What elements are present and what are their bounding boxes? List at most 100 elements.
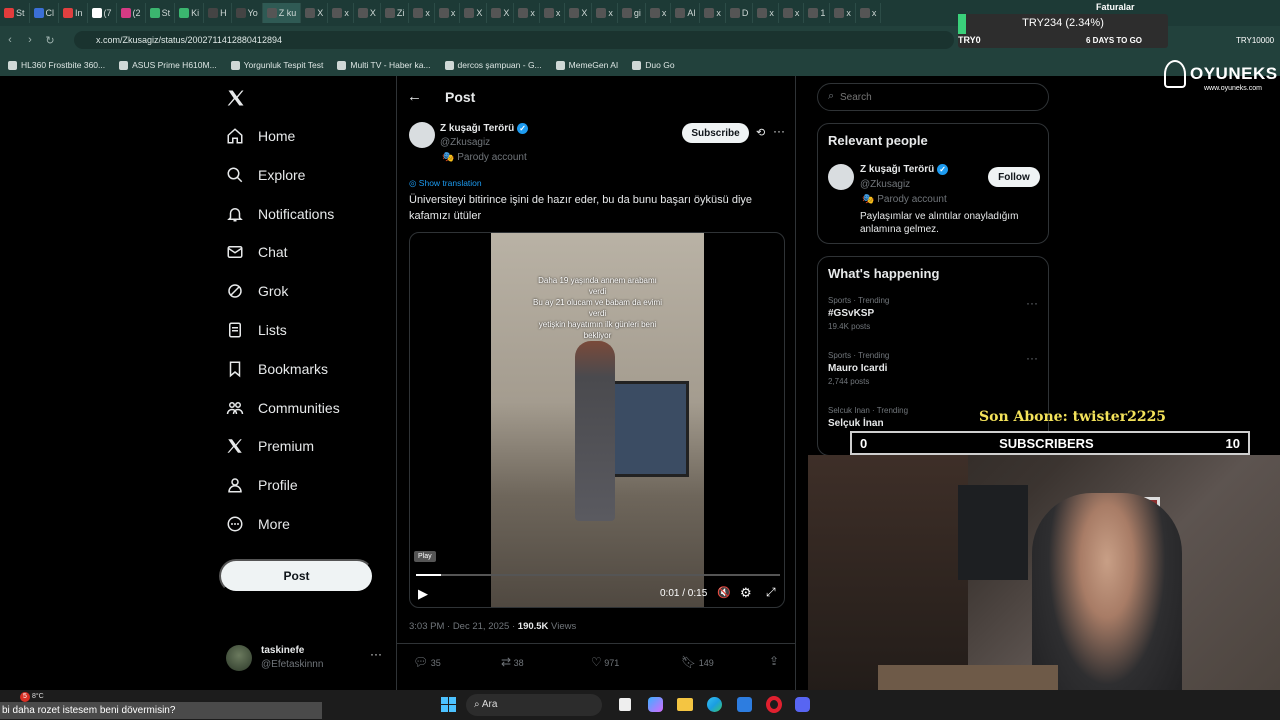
play-icon[interactable]: ▶ — [418, 586, 428, 602]
sidebar-item-explore[interactable]: Explore — [226, 166, 305, 184]
task-view-icon[interactable] — [619, 698, 631, 711]
browser-tab[interactable]: (2 — [117, 3, 146, 23]
sidebar-item-chat[interactable]: Chat — [226, 243, 288, 261]
browser-tab[interactable]: Ki — [175, 3, 205, 23]
browser-tab[interactable]: x — [540, 3, 566, 23]
author-handle[interactable]: @Zkusagiz — [440, 137, 490, 148]
post-timestamp[interactable]: 3:03 PM · Dec 21, 2025 · — [409, 621, 518, 632]
account-switcher[interactable]: taskinefe @Efetaskinnn ··· — [226, 643, 386, 675]
weather-widget[interactable]: 5 8°C — [20, 692, 44, 702]
browser-tab[interactable]: X — [301, 3, 329, 23]
share-icon[interactable]: ⇪ — [769, 654, 779, 668]
browser-tab[interactable]: St — [146, 3, 176, 23]
bookmark-item[interactable]: Yorgunluk Tespit Test — [230, 60, 323, 70]
search-box[interactable]: ⌕ — [817, 83, 1049, 111]
browser-tab[interactable]: X — [487, 3, 515, 23]
browser-tab[interactable]: D — [726, 3, 754, 23]
repost-button[interactable]: ⇄ 38 — [501, 655, 524, 669]
url-field[interactable]: x.com/Zkusagiz/status/200271141288041289… — [74, 31, 954, 49]
trend-item[interactable]: Sports · Trending Mauro Icardi 2,744 pos… — [828, 351, 889, 386]
x-logo-icon[interactable] — [226, 88, 246, 108]
browser-tab[interactable]: Z ku — [262, 3, 302, 23]
relevant-avatar[interactable] — [828, 164, 854, 190]
browser-tab[interactable]: X — [354, 3, 381, 23]
bookmark-item[interactable]: Duo Go — [632, 60, 675, 70]
file-explorer-icon[interactable] — [677, 698, 693, 711]
browser-tab[interactable]: Yo — [232, 3, 263, 23]
store-icon[interactable] — [737, 697, 752, 712]
sidebar-item-bookmarks[interactable]: Bookmarks — [226, 360, 328, 378]
browser-tab[interactable]: x — [592, 3, 618, 23]
reload-icon[interactable]: ↻ — [40, 34, 60, 47]
sidebar-item-notifications[interactable]: Notifications — [226, 205, 334, 223]
trend-more-icon[interactable]: ··· — [1026, 296, 1038, 310]
browser-tab[interactable]: (7 — [88, 3, 117, 23]
search-input[interactable] — [840, 89, 1040, 105]
trend-more-icon[interactable]: ··· — [1026, 351, 1038, 365]
grok-icon[interactable]: ⟲ — [756, 126, 765, 139]
browser-tab[interactable]: St — [0, 3, 30, 23]
copilot-icon[interactable] — [648, 697, 663, 712]
browser-tab[interactable]: x — [514, 3, 540, 23]
browser-tab[interactable]: x — [409, 3, 435, 23]
post-button[interactable]: Post — [219, 559, 374, 593]
discord-icon[interactable] — [795, 697, 810, 712]
browser-tab[interactable]: x — [646, 3, 672, 23]
browser-tab[interactable]: Zi — [381, 3, 410, 23]
mute-icon[interactable]: 🔇 — [717, 586, 731, 599]
bookmark-item[interactable]: HL360 Frostbite 360... — [8, 60, 105, 70]
post-more-icon[interactable]: ··· — [773, 124, 785, 138]
trend-item[interactable]: Sports · Trending #GSvKSP 19.4K posts — [828, 296, 889, 331]
back-icon[interactable]: ‹ — [0, 34, 20, 46]
browser-tab[interactable]: x — [830, 3, 856, 23]
browser-tab[interactable]: x — [700, 3, 726, 23]
sidebar-item-grok[interactable]: Grok — [226, 282, 288, 300]
bookmark-item[interactable]: ASUS Prime H610M... — [119, 60, 217, 70]
trend-item[interactable]: Selcuk Inan · Trending Selçuk İnan — [828, 406, 908, 429]
browser-tab[interactable]: 1 — [804, 3, 831, 23]
sidebar-item-lists[interactable]: Lists — [226, 321, 287, 339]
browser-tab[interactable]: x — [328, 3, 354, 23]
video-progress-track[interactable] — [416, 574, 780, 576]
sidebar-item-profile[interactable]: Profile — [226, 476, 298, 494]
sidebar-item-premium[interactable]: Premium — [226, 437, 314, 455]
browser-tab[interactable]: In — [59, 3, 88, 23]
browser-tab[interactable]: x — [435, 3, 461, 23]
bookmark-button[interactable]: 🔖︎ 149 — [681, 655, 714, 669]
account-more-icon[interactable]: ··· — [370, 647, 382, 661]
browser-tab[interactable]: gi — [618, 3, 646, 23]
browser-tab[interactable]: Al — [671, 3, 701, 23]
video-player[interactable]: Daha 19 yaşında annem arabamı verdi Bu a… — [409, 232, 785, 608]
relevant-name-row[interactable]: Z kuşağı Terörü ✓ — [860, 164, 949, 175]
browser-tab[interactable]: X — [460, 3, 488, 23]
browser-tab[interactable]: Cl — [30, 3, 60, 23]
subscribe-button[interactable]: Subscribe — [682, 123, 749, 143]
author-name-row[interactable]: Z kuşağı Terörü ✓ — [440, 123, 529, 134]
show-translation-link[interactable]: ◎ Show translation — [409, 178, 482, 189]
follow-button[interactable]: Follow — [988, 167, 1040, 187]
browser-tab[interactable]: x — [753, 3, 779, 23]
taskbar-search[interactable]: ⌕ Ara — [466, 694, 602, 716]
sidebar-item-label: Home — [258, 128, 296, 144]
windows-start-icon[interactable] — [441, 697, 456, 712]
browser-tab[interactable]: x — [779, 3, 805, 23]
opera-icon[interactable] — [766, 696, 782, 713]
forward-icon[interactable]: › — [20, 34, 40, 46]
bookmark-item[interactable]: MemeGen AI — [555, 60, 618, 70]
browser-tab[interactable]: x — [856, 3, 882, 23]
browser-tab[interactable]: H — [204, 3, 232, 23]
sidebar-item-more[interactable]: More — [226, 515, 290, 533]
like-button[interactable]: ♡ 971 — [591, 655, 619, 669]
bookmark-item[interactable]: Multi TV - Haber ka... — [337, 60, 431, 70]
sidebar-item-home[interactable]: Home — [226, 127, 295, 145]
back-arrow-icon[interactable]: ← — [407, 88, 422, 105]
browser-tab[interactable]: X — [565, 3, 593, 23]
settings-gear-icon[interactable]: ⚙ — [740, 585, 752, 601]
fullscreen-icon[interactable]: ⤢ — [766, 585, 776, 600]
relevant-handle[interactable]: @Zkusagiz — [860, 179, 910, 190]
author-avatar[interactable] — [409, 122, 435, 148]
sidebar-item-communities[interactable]: Communities — [226, 399, 340, 417]
edge-icon[interactable] — [707, 697, 722, 712]
reply-button[interactable]: 💬︎ 35 — [413, 655, 441, 669]
bookmark-item[interactable]: dercos şampuan - G... — [444, 60, 542, 70]
